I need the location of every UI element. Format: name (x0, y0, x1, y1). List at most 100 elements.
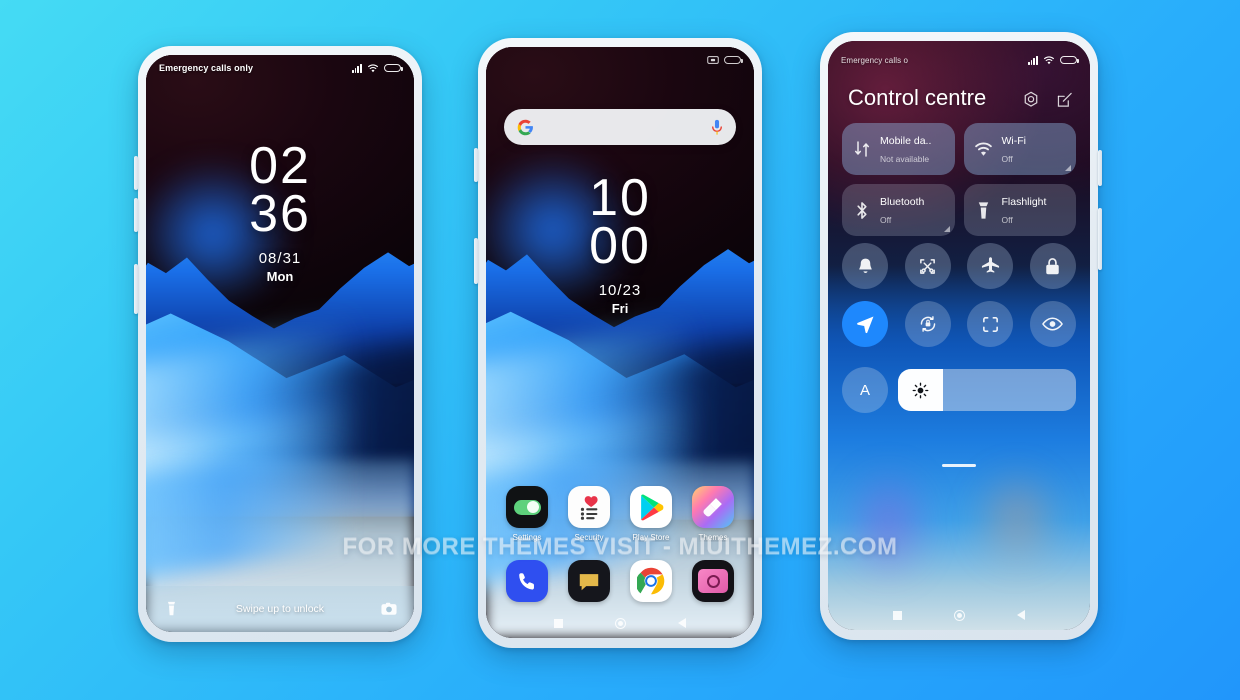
app-label: Play Store (632, 533, 670, 542)
app-security[interactable]: Security (561, 486, 617, 542)
app-label: Security (574, 533, 604, 542)
tile-expand-indicator[interactable] (943, 226, 950, 232)
control-centre-actions (1022, 91, 1074, 109)
quick-setting-tiles: Mobile da.. Not available Wi-Fi Off Blue… (842, 123, 1076, 236)
messages-icon[interactable] (568, 560, 610, 602)
phone-lockscreen: Emergency calls only 02 36 08/31 Mon Swi… (134, 46, 422, 642)
back-triangle-icon[interactable] (678, 618, 686, 628)
clock-date: 08/31 (258, 249, 302, 267)
recents-square-icon[interactable] (554, 618, 563, 628)
tile-name: Wi-Fi (1001, 135, 1027, 147)
phone1-volume-button[interactable] (134, 156, 138, 190)
tile-status: Off (1001, 215, 1013, 225)
screenshot-icon (707, 56, 719, 64)
flashlight-tile-icon (974, 201, 993, 220)
app-themes[interactable]: Themes (685, 486, 741, 542)
navigation-bar (486, 608, 754, 638)
app-settings[interactable]: Settings (499, 486, 555, 542)
homescreen-clock: 10 00 10/23 Fri (486, 169, 754, 316)
wifi-tile-icon (974, 140, 993, 159)
app-grid: Settings Security Play Store Themes (496, 486, 744, 542)
clock-weekday: Mon (266, 268, 294, 284)
lock-icon[interactable] (1029, 243, 1076, 289)
camera-icon[interactable] (380, 600, 398, 618)
clock-hours: 10 (589, 169, 651, 227)
google-g-icon (517, 119, 533, 135)
location-icon[interactable] (842, 301, 888, 347)
silent-bell-icon[interactable] (842, 243, 888, 289)
wifi-icon (1044, 56, 1054, 65)
brightness-row: A (842, 367, 1076, 467)
security-heart-icon (568, 486, 610, 528)
home-circle-icon[interactable] (615, 617, 626, 629)
control-centre-status-bar: Emergency calls o (828, 47, 1090, 73)
home-circle-icon[interactable] (954, 609, 965, 621)
clock-hours: 02 (249, 137, 311, 195)
tile-name: Mobile da.. (880, 135, 932, 147)
page-title: Control centre (848, 85, 987, 110)
lockscreen-screen: Emergency calls only 02 36 08/31 Mon Swi… (146, 55, 414, 632)
phone2-volume-button[interactable] (474, 148, 478, 182)
themes-brush-icon (692, 486, 734, 528)
airplane-mode-icon[interactable] (967, 243, 1014, 289)
phone-homescreen: 10 00 10/23 Fri Settings Security Play S… (474, 38, 762, 648)
unlock-hint: Swipe up to unlock (235, 603, 325, 615)
navigation-bar (828, 600, 1090, 630)
edit-icon[interactable] (1056, 91, 1074, 109)
signal-bars-icon (1027, 55, 1038, 65)
phone3-volume-button[interactable] (1098, 150, 1102, 186)
lockscreen-status-bar: Emergency calls only (146, 55, 414, 81)
chrome-icon[interactable] (630, 560, 672, 602)
app-label: Themes (698, 533, 728, 542)
settings-toggle-icon (506, 486, 548, 528)
toggle-row-1 (842, 243, 1076, 289)
tile-mobile-data[interactable]: Mobile da.. Not available (842, 123, 955, 175)
eye-reading-mode-icon[interactable] (1029, 301, 1076, 347)
mobile-data-icon (852, 140, 871, 159)
tile-flashlight[interactable]: Flashlight Off (963, 184, 1076, 236)
camera-app-icon[interactable] (692, 560, 734, 602)
status-icons (707, 55, 743, 65)
brightness-fill (898, 369, 943, 411)
phone3-power-button[interactable] (1098, 208, 1102, 270)
recents-square-icon[interactable] (893, 610, 902, 620)
dock (496, 560, 744, 602)
control-centre-screen: Emergency calls o Control centre Mobile … (828, 41, 1090, 630)
carrier-label: Emergency calls o (841, 55, 909, 65)
phone-control-centre: Emergency calls o Control centre Mobile … (820, 32, 1102, 640)
tile-wifi[interactable]: Wi-Fi Off (963, 123, 1076, 175)
tile-status: Off (880, 215, 892, 225)
tile-expand-indicator[interactable] (1065, 165, 1071, 171)
battery-icon (384, 63, 403, 73)
lockscreen-clock: 02 36 08/31 Mon (146, 137, 414, 284)
scanner-icon[interactable] (967, 301, 1014, 347)
carrier-label: Emergency calls only (159, 63, 254, 73)
flashlight-icon[interactable] (162, 600, 180, 618)
phone1-volume-down-button[interactable] (134, 198, 138, 232)
google-search-bar[interactable] (504, 109, 736, 145)
phone1-power-button[interactable] (134, 264, 138, 314)
app-play-store[interactable]: Play Store (623, 486, 679, 542)
phone2-power-button[interactable] (474, 238, 478, 284)
lockscreen-bottom-bar: Swipe up to unlock (146, 586, 414, 632)
microphone-icon[interactable] (711, 119, 723, 136)
app-label: Settings (512, 533, 542, 542)
clock-minutes: 36 (249, 184, 311, 243)
clock-minutes: 00 (589, 216, 651, 275)
status-icons (1027, 55, 1079, 65)
auto-brightness-button[interactable]: A (842, 367, 888, 413)
tile-bluetooth[interactable]: Bluetooth Off (842, 184, 955, 236)
settings-gear-icon[interactable] (1022, 91, 1040, 109)
bluetooth-icon (852, 201, 871, 220)
brightness-slider[interactable] (898, 369, 1076, 411)
phone-icon[interactable] (506, 560, 548, 602)
drag-handle[interactable] (942, 463, 976, 467)
back-triangle-icon[interactable] (1017, 610, 1025, 620)
auto-rotate-icon[interactable] (904, 301, 951, 347)
wifi-icon (368, 64, 378, 73)
brightness-sun-icon (912, 382, 929, 398)
homescreen-screen: 10 00 10/23 Fri Settings Security Play S… (486, 47, 754, 638)
status-icons (351, 63, 403, 73)
screenshot-scissors-icon[interactable] (904, 243, 951, 289)
tile-status: Off (1001, 154, 1013, 164)
